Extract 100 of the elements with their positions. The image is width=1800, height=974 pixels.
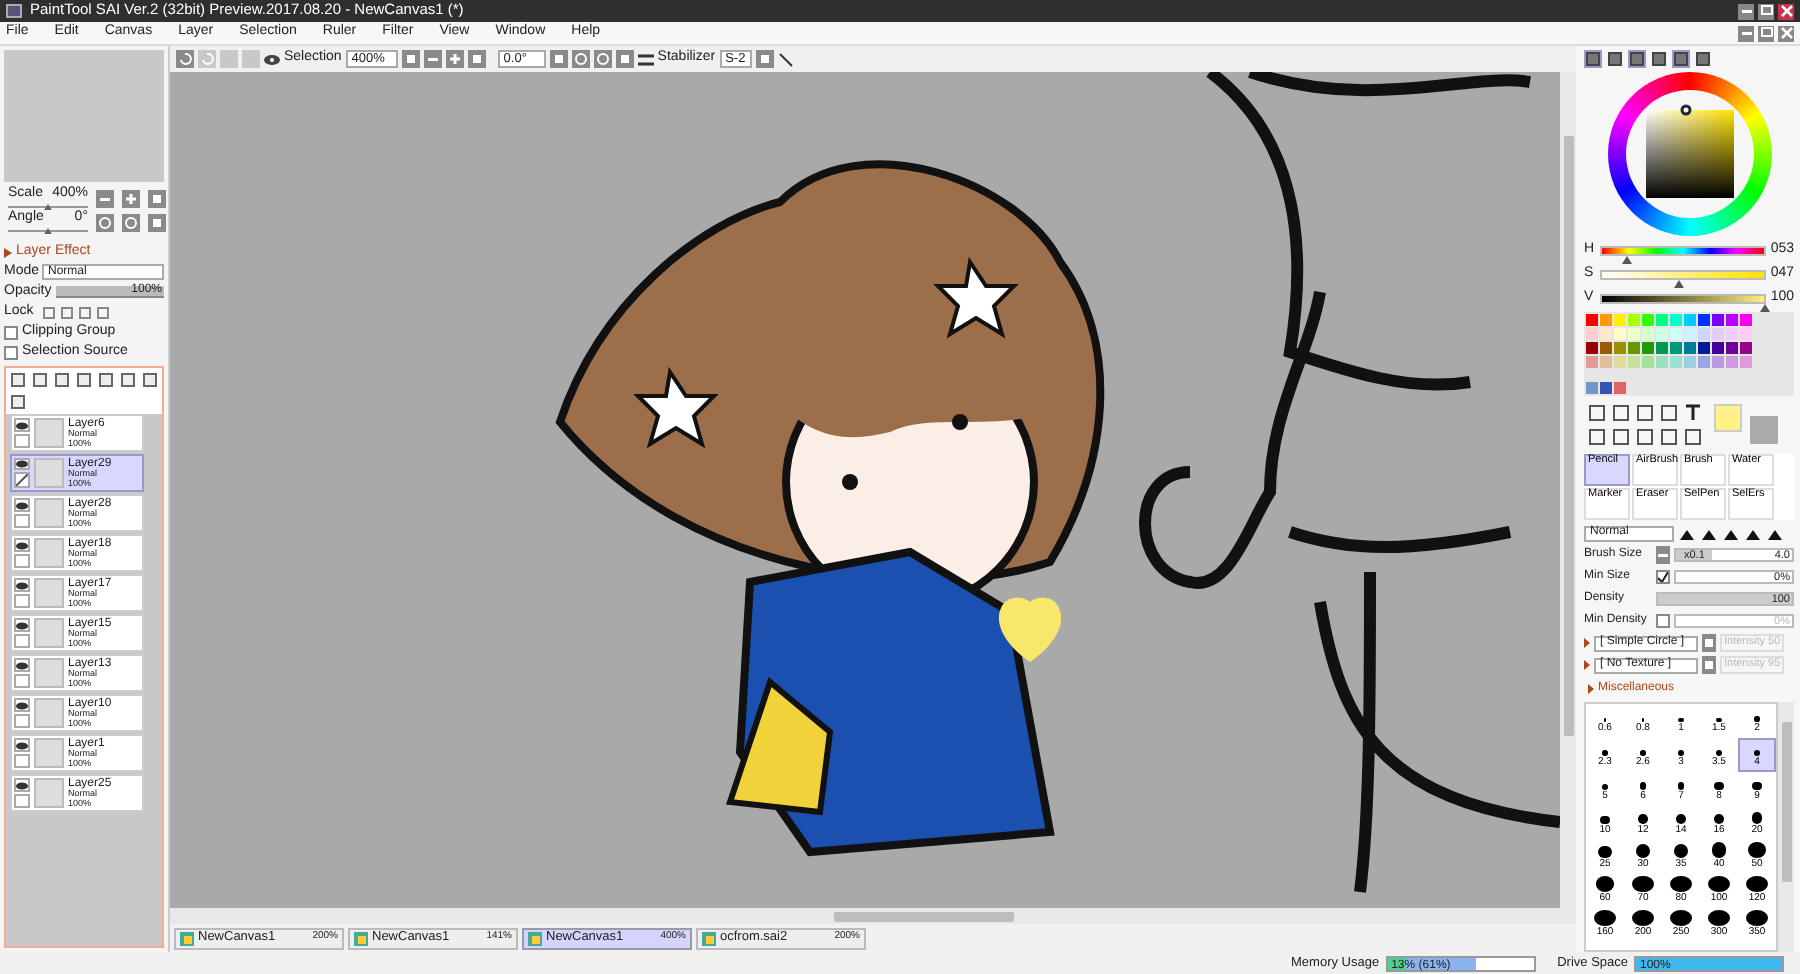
visibility-toggle[interactable]	[14, 578, 30, 592]
color-panel-toggle[interactable]	[1606, 50, 1624, 68]
visibility-toggle[interactable]	[14, 458, 30, 470]
reset-button[interactable]	[467, 50, 486, 68]
expand-arrow-icon[interactable]	[1584, 660, 1590, 670]
color-swatch[interactable]	[1698, 342, 1710, 354]
color-swatch[interactable]	[1586, 382, 1598, 394]
visibility-toggle[interactable]	[14, 618, 30, 632]
color-swatch[interactable]	[1614, 342, 1626, 354]
visibility-toggle[interactable]	[14, 738, 30, 752]
scrollbar-thumb[interactable]	[1563, 136, 1573, 736]
color-swatch[interactable]	[1740, 342, 1752, 354]
color-swatch[interactable]	[1600, 356, 1612, 368]
expand-arrow-icon[interactable]	[4, 247, 12, 257]
color-swatch[interactable]	[1726, 314, 1738, 326]
color-swatch[interactable]	[1712, 328, 1724, 340]
checkbox[interactable]	[1656, 570, 1670, 584]
color-swatch[interactable]	[1642, 342, 1654, 354]
color-swatch[interactable]	[1670, 328, 1682, 340]
color-panel-toggle[interactable]	[1672, 50, 1690, 68]
picker-marker[interactable]	[1680, 104, 1693, 116]
checkbox[interactable]	[4, 345, 18, 359]
vertical-scrollbar[interactable]	[1778, 702, 1794, 952]
saturation-value-square[interactable]	[1645, 110, 1733, 198]
edit-toggle[interactable]	[14, 674, 30, 688]
zoom-out-button[interactable]	[96, 189, 114, 207]
color-swatch[interactable]	[1586, 342, 1598, 354]
color-swatch[interactable]	[1614, 382, 1626, 394]
diagonal-line-icon[interactable]	[777, 51, 794, 67]
edit-toggle[interactable]	[14, 634, 30, 648]
color-swatch[interactable]	[1726, 356, 1738, 368]
color-swatch[interactable]	[1642, 328, 1654, 340]
checkbox[interactable]	[1656, 614, 1670, 628]
eye-icon[interactable]	[264, 53, 280, 65]
color-swatch[interactable]	[1670, 314, 1682, 326]
color-swatch[interactable]	[1600, 328, 1612, 340]
color-panel-toggle[interactable]	[1584, 50, 1602, 68]
rotate-right-button[interactable]	[122, 213, 140, 231]
color-swatch[interactable]	[1698, 328, 1710, 340]
minimize-button[interactable]	[1738, 3, 1754, 19]
color-swatch[interactable]	[1656, 328, 1668, 340]
color-swatch[interactable]	[1698, 356, 1710, 368]
color-swatch[interactable]	[1628, 314, 1640, 326]
edit-toggle[interactable]	[14, 754, 30, 768]
color-swatch[interactable]	[1586, 314, 1598, 326]
zoom-in-button[interactable]	[445, 50, 464, 68]
color-swatch[interactable]	[1712, 356, 1724, 368]
color-swatch[interactable]	[1740, 356, 1752, 368]
foreground-color-swatch[interactable]	[1714, 404, 1742, 432]
edit-toggle[interactable]	[14, 714, 30, 728]
color-swatch[interactable]	[1614, 328, 1626, 340]
dropdown-button[interactable]	[549, 50, 568, 68]
color-swatch[interactable]	[1628, 342, 1640, 354]
color-swatch[interactable]	[1628, 328, 1640, 340]
zoom-out-button[interactable]	[423, 50, 442, 68]
checkbox[interactable]	[4, 325, 18, 339]
color-swatch[interactable]	[1670, 356, 1682, 368]
color-swatch[interactable]	[1586, 328, 1598, 340]
decrease-button[interactable]	[1656, 546, 1670, 564]
visibility-toggle[interactable]	[14, 698, 30, 712]
undo-button[interactable]	[176, 50, 194, 68]
color-panel-toggle[interactable]	[1650, 50, 1668, 68]
color-swatch[interactable]	[1712, 342, 1724, 354]
background-color-swatch[interactable]	[1750, 416, 1778, 444]
rotate-right-button[interactable]	[593, 50, 612, 68]
dropdown-button[interactable]	[401, 50, 420, 68]
color-swatch[interactable]	[1614, 314, 1626, 326]
color-swatch[interactable]	[1656, 356, 1668, 368]
color-swatch[interactable]	[1684, 342, 1696, 354]
color-swatch[interactable]	[1670, 342, 1682, 354]
zoom-in-button[interactable]	[122, 189, 140, 207]
color-swatch[interactable]	[1684, 356, 1696, 368]
text-icon[interactable]	[1684, 404, 1702, 422]
rotate-left-button[interactable]	[571, 50, 590, 68]
color-swatch[interactable]	[1684, 314, 1696, 326]
visibility-toggle[interactable]	[14, 498, 30, 512]
expand-arrow-icon[interactable]	[1588, 683, 1594, 693]
scrollbar-thumb[interactable]	[1781, 722, 1791, 882]
rotate-left-button[interactable]	[96, 213, 114, 231]
edit-toggle[interactable]	[14, 594, 30, 608]
edit-toggle[interactable]	[14, 514, 30, 528]
flip-icon[interactable]	[637, 53, 654, 65]
color-panel-toggle[interactable]	[1694, 50, 1712, 68]
scrollbar-thumb[interactable]	[834, 911, 1014, 921]
color-swatch[interactable]	[1628, 356, 1640, 368]
horizontal-scrollbar[interactable]	[170, 908, 1576, 924]
color-swatch[interactable]	[1600, 382, 1612, 394]
color-swatch[interactable]	[1586, 356, 1598, 368]
color-swatch[interactable]	[1698, 314, 1710, 326]
color-panel-toggle[interactable]	[1628, 50, 1646, 68]
slider-handle[interactable]	[8, 203, 88, 210]
color-swatch[interactable]	[1600, 314, 1612, 326]
color-swatch[interactable]	[1656, 314, 1668, 326]
color-swatch[interactable]	[1726, 342, 1738, 354]
color-swatch[interactable]	[1740, 314, 1752, 326]
color-swatch[interactable]	[1614, 356, 1626, 368]
edit-toggle[interactable]	[14, 434, 30, 448]
color-swatch[interactable]	[1642, 356, 1654, 368]
visibility-toggle[interactable]	[14, 778, 30, 792]
expand-arrow-icon[interactable]	[1584, 638, 1590, 648]
